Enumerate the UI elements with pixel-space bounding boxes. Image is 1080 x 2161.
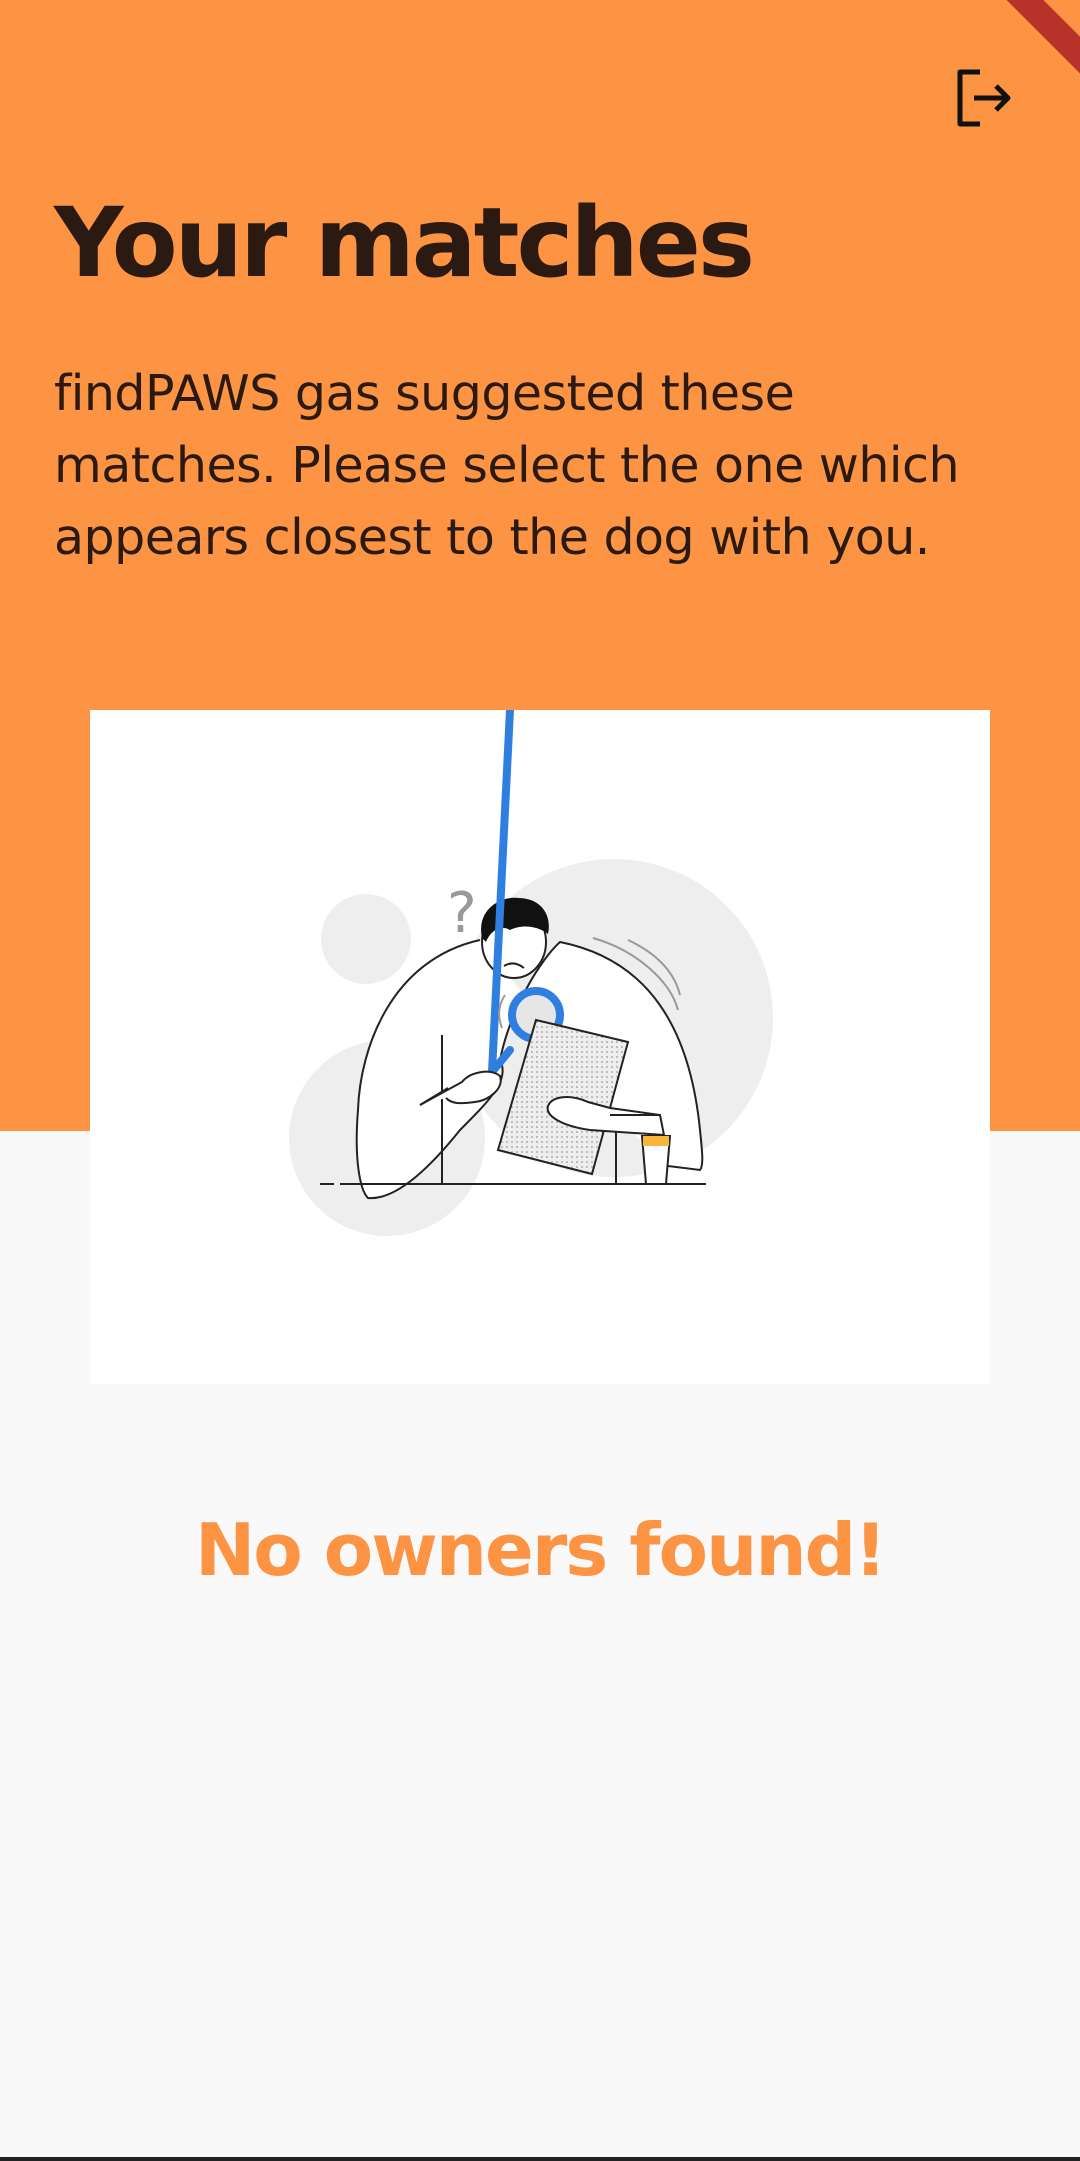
logout-button[interactable] bbox=[944, 58, 1024, 138]
logout-icon bbox=[957, 69, 1011, 127]
bottom-divider bbox=[0, 2157, 1080, 2161]
empty-state-card: ? bbox=[90, 710, 990, 1384]
svg-text:?: ? bbox=[447, 881, 477, 946]
page-subtitle: findPAWS gas suggested these matches. Pl… bbox=[54, 365, 960, 566]
page-title: Your matches bbox=[54, 187, 755, 299]
person-searching-illustration: ? bbox=[289, 710, 773, 1236]
empty-state-message: No owners found! bbox=[195, 1508, 887, 1592]
